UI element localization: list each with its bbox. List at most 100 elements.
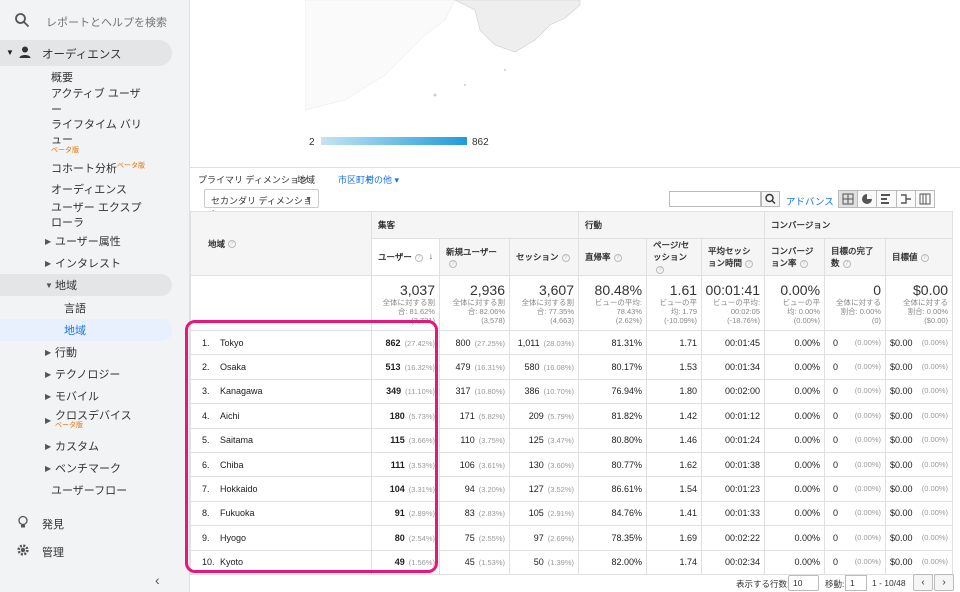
nav-benchmark[interactable]: ▶ ベンチマーク <box>0 457 172 479</box>
region-cell[interactable]: 3. Kanagawa <box>190 378 372 405</box>
next-page-button[interactable]: › <box>934 574 954 591</box>
nav-location[interactable]: 地域 <box>0 319 172 341</box>
region-name[interactable]: Tokyo <box>220 338 244 348</box>
new-users-cell: 94 (3.20%) <box>439 476 510 502</box>
goal-completions-column-header[interactable]: 目標の完了数? <box>824 238 887 276</box>
region-name[interactable]: Kanagawa <box>220 386 263 396</box>
nav-mobile[interactable]: ▶ モバイル <box>0 385 172 407</box>
users-column-header[interactable]: ユーザー? ↓ <box>371 238 440 276</box>
nav-lifetime-value-2[interactable]: ュー <box>0 132 172 146</box>
row-number: 8. <box>202 508 210 519</box>
nav-active-users[interactable]: アクティブ ユーザ <box>0 85 172 101</box>
region-cell[interactable]: 9. Hyogo <box>190 525 372 551</box>
sessions-column-header[interactable]: セッション? <box>508 238 580 276</box>
region-cell[interactable]: 2. Osaka <box>190 354 372 380</box>
nav-cross-device[interactable]: ▶ クロスデバイス ベータ版 <box>0 405 172 431</box>
pie-view-button[interactable] <box>858 191 878 207</box>
dimension-other-link[interactable]: その他 ▾ <box>365 173 399 186</box>
nav-active-users-2[interactable]: ー <box>0 101 172 117</box>
nav-user-explorer-label-2: ローラ <box>51 217 84 229</box>
table-row[interactable]: 4. Aichi 180 (5.73%) 171 (5.82%) 209 (5.79%) 81.… <box>190 403 954 429</box>
nav-behavior[interactable]: ▶ 行動 <box>0 341 172 363</box>
table-row[interactable]: 5. Saitama 115 (3.66%) 110 (3.75%) 125 (3.47%) 8… <box>190 427 954 453</box>
table-row[interactable]: 6. Chiba 111 (3.53%) 106 (3.61%) 130 (3.60%) 80.… <box>190 451 954 478</box>
new-users-column-header[interactable]: 新規ユーザー? <box>439 238 510 276</box>
chevron-right-icon: › <box>942 577 946 588</box>
table-row[interactable]: 8. Fukuoka 91 (2.89%) 83 (2.83%) 105 (2.91%) 84.… <box>190 500 954 527</box>
help-icon[interactable]: ? <box>613 253 622 262</box>
nav-language[interactable]: 言語 <box>0 297 172 319</box>
collapse-sidebar-icon[interactable]: ‹ <box>155 572 160 588</box>
nav-interests[interactable]: ▶ インタレスト <box>0 252 172 274</box>
region-name[interactable]: Osaka <box>220 362 246 372</box>
nav-cohort[interactable]: コホート分析ベータ版 <box>0 157 172 179</box>
table-search-button[interactable] <box>761 191 780 207</box>
nav-user-explorer-2[interactable]: ローラ <box>0 213 172 231</box>
rows-per-page-select[interactable]: 10 <box>788 575 819 591</box>
region-name[interactable]: Hyogo <box>220 533 246 543</box>
goto-page-input[interactable]: 1 <box>845 575 867 591</box>
region-name[interactable]: Aichi <box>220 411 240 421</box>
table-row[interactable]: 9. Hyogo 80 (2.54%) 75 (2.55%) 97 (2.69%) 78.35%… <box>190 525 954 551</box>
bar-view-button[interactable] <box>877 191 897 207</box>
conversion-rate-column-header[interactable]: コンバージョン率? <box>764 238 826 276</box>
table-row[interactable]: 7. Hokkaido 104 (3.31%) 94 (3.20%) 127 (3.52%) 8… <box>190 476 954 502</box>
report-search[interactable]: レポートとヘルプを検索 <box>0 0 190 40</box>
nav-lifetime-value[interactable]: ライフタイム バリ <box>0 116 172 132</box>
goal-percent: (0.00%) <box>854 532 882 542</box>
help-icon[interactable]: ? <box>449 259 457 268</box>
nav-technology[interactable]: ▶ テクノロジー <box>0 363 172 385</box>
table-row[interactable]: 3. Kanagawa 349 (11.10%) 317 (10.80%) 386 (10.7… <box>190 378 954 405</box>
table-view-button[interactable] <box>839 191 859 207</box>
nav-user-flow[interactable]: ユーザーフロー <box>0 479 172 501</box>
goal-value-column-header[interactable]: 目標値? <box>885 238 954 276</box>
help-icon[interactable]: ? <box>920 253 929 262</box>
nav-geo[interactable]: ▼ 地域 <box>0 274 172 296</box>
region-cell[interactable]: 8. Fukuoka <box>190 500 372 527</box>
help-icon[interactable]: ? <box>842 259 851 268</box>
region-name[interactable]: Fukuoka <box>220 508 255 518</box>
compare-view-button[interactable] <box>896 191 916 207</box>
nav-audiences[interactable]: オーディエンス <box>0 178 172 200</box>
row-number: 7. <box>202 484 210 495</box>
nav-user-attributes[interactable]: ▶ ユーザー属性 <box>0 230 172 252</box>
new-users-value: 800 <box>455 337 471 348</box>
table-row[interactable]: 1. Tokyo 862 (27.42%) 800 (27.25%) 1,011 (28.03… <box>190 329 954 356</box>
region-cell[interactable]: 1. Tokyo <box>190 329 372 356</box>
region-cell[interactable]: 5. Saitama <box>190 427 372 453</box>
nav-audience[interactable]: ▼ オーディエンス <box>0 40 172 66</box>
table-row[interactable]: 10. Kyoto 49 (1.56%) 45 (1.53%) 50 (1.39%) 82.00… <box>190 549 954 575</box>
secondary-dimension-select[interactable]: セカンダリ ディメンション▼ <box>204 189 319 219</box>
table-row[interactable]: 2. Osaka 513 (16.32%) 479 (16.31%) 580 (16.08%)… <box>190 354 954 380</box>
new-users-value: 106 <box>459 459 475 470</box>
users-cell: 49 (1.56%) <box>371 549 440 575</box>
avg-session-duration-column-header[interactable]: 平均セッション時間? <box>701 238 766 276</box>
region-cell[interactable]: 6. Chiba <box>190 451 372 478</box>
region-name[interactable]: Saitama <box>220 435 253 445</box>
nav-admin[interactable]: 管理 <box>0 538 190 562</box>
help-icon[interactable]: ? <box>414 253 423 262</box>
dimension-header[interactable]: 地域? <box>190 211 372 276</box>
goal-value: 0 <box>833 557 839 568</box>
help-icon[interactable]: ? <box>656 265 665 274</box>
help-icon[interactable]: ? <box>799 259 808 268</box>
help-icon[interactable]: ? <box>561 253 570 262</box>
region-cell[interactable]: 4. Aichi <box>190 403 372 429</box>
column-label: 目標の完了数 <box>831 246 874 268</box>
pivot-view-button[interactable] <box>915 191 935 207</box>
region-cell[interactable]: 10. Kyoto <box>190 549 372 575</box>
pages-per-session-column-header[interactable]: ページ/セッション? <box>646 238 703 276</box>
table-search-input[interactable] <box>669 191 761 207</box>
nav-discover[interactable]: 発見 <box>0 510 190 534</box>
help-icon[interactable]: ? <box>228 240 237 249</box>
region-name[interactable]: Hokkaido <box>220 484 258 494</box>
prev-page-button[interactable]: ‹ <box>913 574 933 591</box>
nav-custom[interactable]: ▶ カスタム <box>0 435 172 457</box>
bounce-rate-column-header[interactable]: 直帰率? <box>578 238 648 276</box>
region-cell[interactable]: 7. Hokkaido <box>190 476 372 502</box>
help-icon[interactable]: ? <box>745 259 754 268</box>
sessions-value: 386 <box>524 386 540 397</box>
region-name[interactable]: Kyoto <box>220 557 243 567</box>
advanced-filter-link[interactable]: アドバンス <box>786 194 834 208</box>
region-name[interactable]: Chiba <box>220 460 244 470</box>
